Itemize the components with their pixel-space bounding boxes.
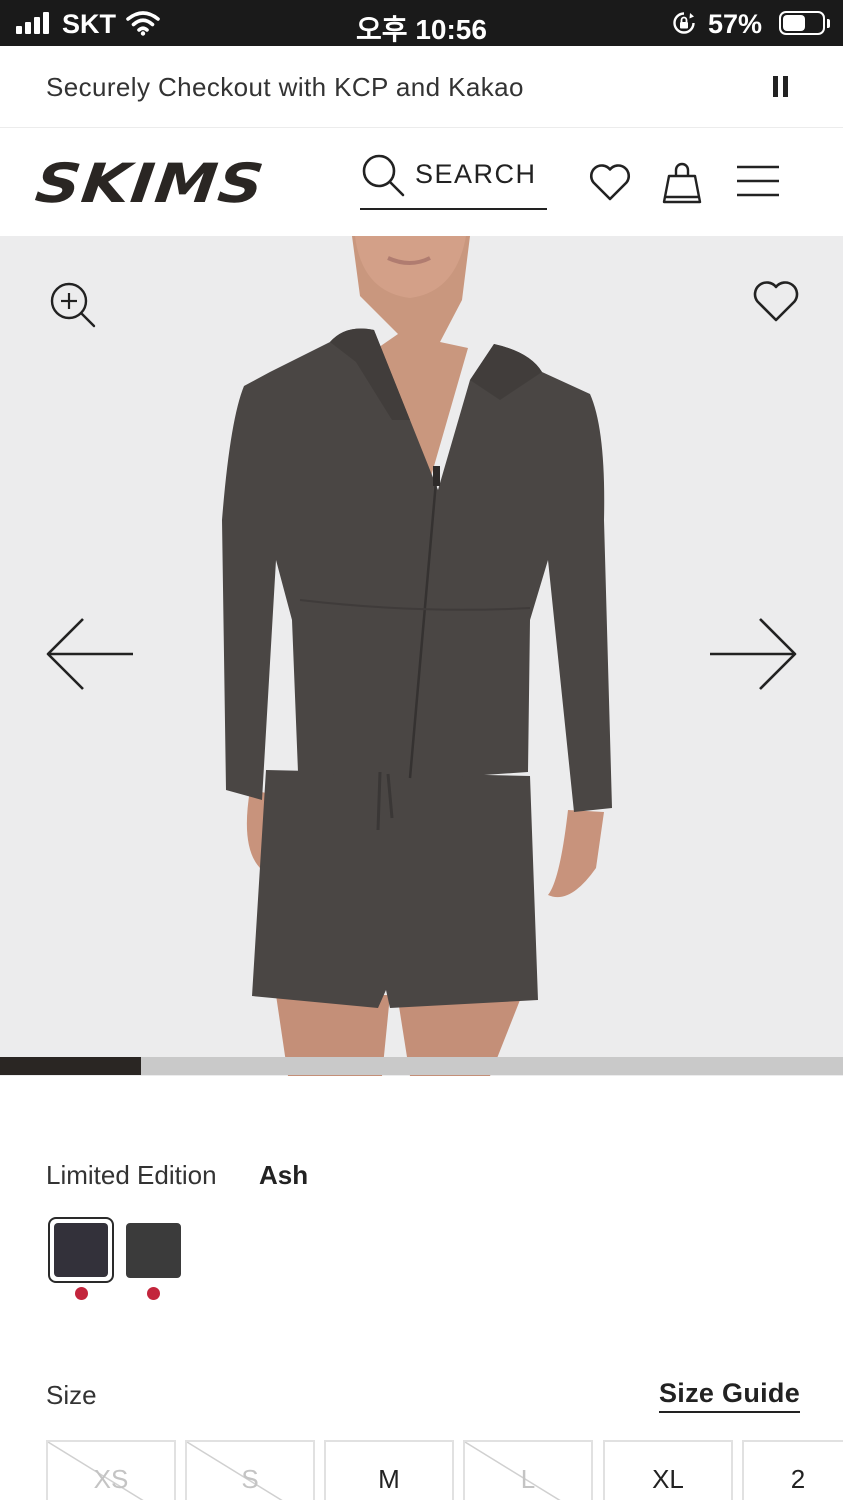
low-stock-dot <box>147 1287 160 1300</box>
size-label: Size <box>46 1380 97 1410</box>
color-swatch[interactable] <box>126 1223 181 1278</box>
size-option-2xl[interactable]: 2 <box>742 1440 843 1500</box>
skims-logo[interactable]: SKIMS <box>32 152 268 215</box>
arrow-right-icon[interactable] <box>708 616 798 692</box>
pause-icon[interactable] <box>770 76 790 98</box>
color-swatch-selected[interactable] <box>48 1217 114 1283</box>
size-option-xl[interactable]: XL <box>603 1440 733 1500</box>
size-option-m[interactable]: M <box>324 1440 454 1500</box>
swatch-fill <box>54 1223 108 1277</box>
size-guide-link[interactable]: Size Guide <box>659 1378 801 1413</box>
rotation-lock-icon <box>673 12 695 34</box>
color-collection-label: Limited Edition <box>46 1160 217 1190</box>
arrow-left-icon[interactable] <box>45 616 135 692</box>
shopping-bag-icon[interactable] <box>661 159 703 204</box>
wishlist-heart-icon[interactable] <box>588 161 632 203</box>
battery-icon <box>779 11 825 35</box>
size-option-s[interactable]: S <box>185 1440 315 1500</box>
low-stock-dot <box>75 1287 88 1300</box>
search-icon <box>362 154 405 197</box>
hamburger-menu-icon[interactable] <box>736 164 780 198</box>
selected-color-name: Ash <box>259 1160 309 1190</box>
heart-icon[interactable] <box>752 278 800 324</box>
gallery-progress-bar <box>0 1057 843 1075</box>
battery-level <box>783 15 805 31</box>
announcement-bar: Securely Checkout with KCP and Kakao <box>0 46 843 128</box>
search-label: SEARCH <box>415 159 537 189</box>
zoom-in-icon[interactable] <box>48 280 96 328</box>
search-button[interactable]: SEARCH <box>360 152 547 210</box>
battery-percent: 57% <box>708 9 763 39</box>
size-option-l[interactable]: L <box>463 1440 593 1500</box>
size-option-xs[interactable]: XS <box>46 1440 176 1500</box>
status-bar: SKT 오후 10:56 57% <box>0 0 843 46</box>
battery-tip <box>827 19 830 28</box>
announcement-text[interactable]: Securely Checkout with KCP and Kakao <box>46 72 524 103</box>
gallery-progress-fill <box>0 1057 141 1075</box>
